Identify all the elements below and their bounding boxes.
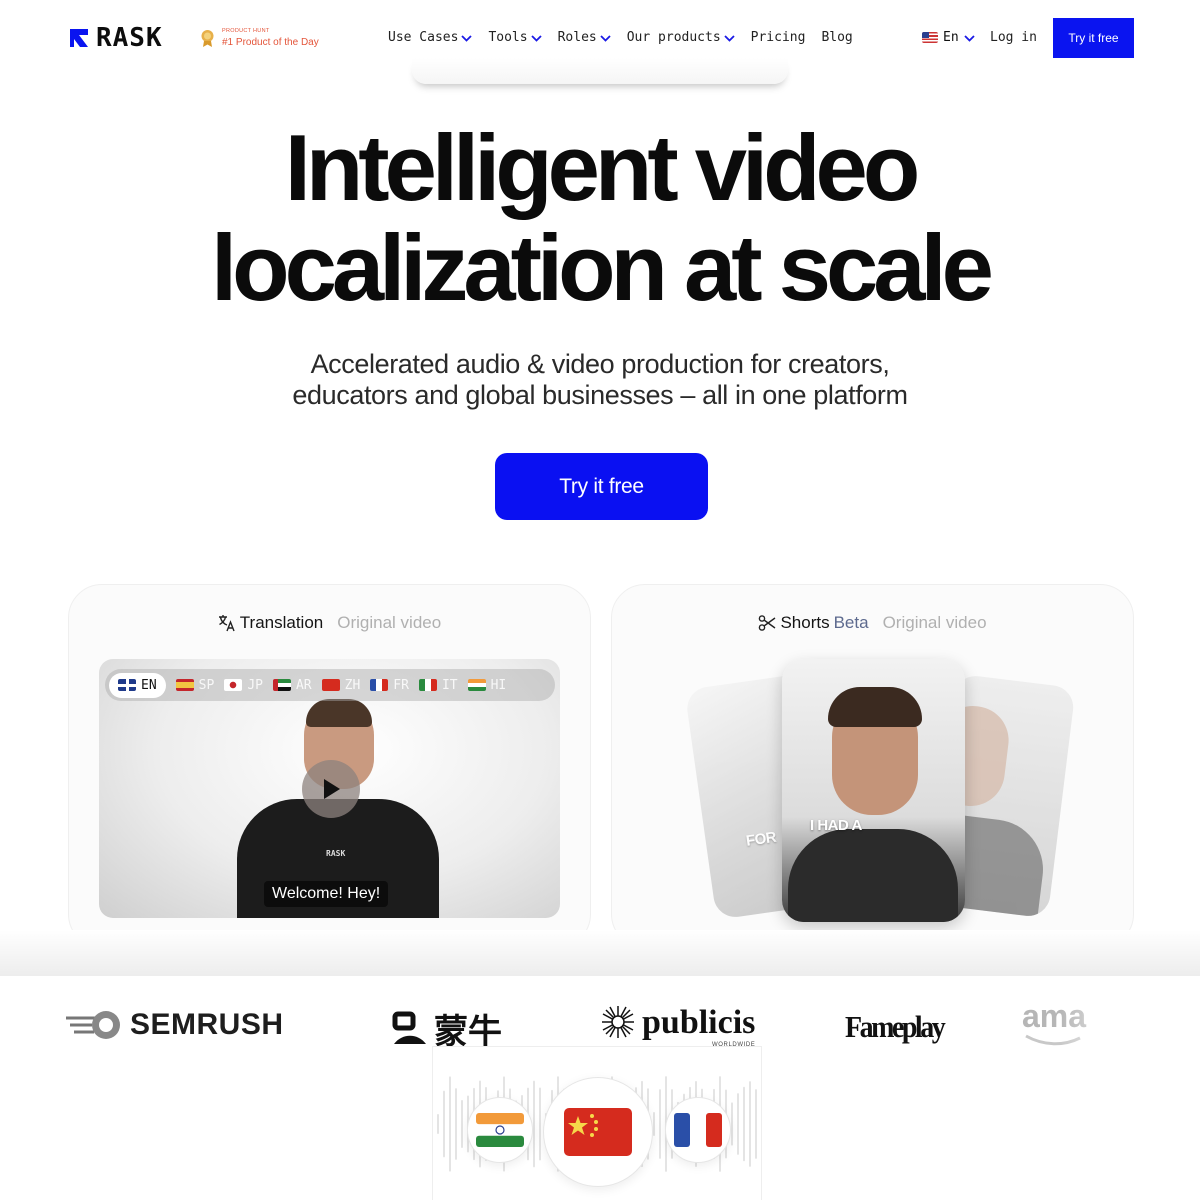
tab-original-video[interactable]: Original video xyxy=(883,613,987,633)
brand-logo[interactable]: RASK xyxy=(68,23,163,53)
waveform-bar xyxy=(653,1111,655,1137)
waveform-bar xyxy=(749,1081,751,1167)
header-try-free-button[interactable]: Try it free xyxy=(1053,18,1134,58)
uae-flag-icon xyxy=(272,679,291,691)
waveform-bar xyxy=(449,1076,451,1172)
waveform-bar xyxy=(731,1102,733,1146)
shorts-tabs: Shorts Beta Original video xyxy=(612,613,1133,633)
france-flag-icon xyxy=(370,679,389,691)
china-flag-circle[interactable] xyxy=(543,1077,653,1187)
short-caption-main: I HAD A xyxy=(810,817,862,834)
waveform-bar xyxy=(533,1080,535,1168)
shirt-logo: RASK xyxy=(326,849,346,858)
waveform-bar xyxy=(761,1111,762,1137)
waveform-bar xyxy=(755,1089,757,1159)
translation-card: Translation Original video RASK EN SP JP xyxy=(68,584,591,948)
france-flag-icon xyxy=(674,1113,722,1147)
hero-title: Intelligent video localization at scale xyxy=(211,115,994,320)
waveform-bar xyxy=(443,1090,445,1158)
beta-badge: Beta xyxy=(833,613,869,632)
login-link[interactable]: Log in xyxy=(990,30,1037,45)
tab-shorts[interactable]: Shorts Beta xyxy=(758,613,869,633)
waveform-bar xyxy=(461,1099,463,1149)
lang-option-hi[interactable]: HI xyxy=(467,678,506,693)
lang-option-ar[interactable]: AR xyxy=(272,678,312,693)
language-switcher: EN SP JP AR ZH FR IT HI xyxy=(105,669,555,701)
china-flag-icon xyxy=(321,679,340,691)
lang-option-sp[interactable]: SP xyxy=(175,678,214,693)
us-flag-icon xyxy=(922,32,938,43)
play-icon xyxy=(324,779,340,799)
shorts-card: Shorts Beta Original video FOR I HAD A xyxy=(611,584,1134,948)
nav-blog[interactable]: Blog xyxy=(821,30,852,45)
video-caption: Welcome! Hey! xyxy=(264,881,389,907)
nav-roles[interactable]: Roles xyxy=(558,30,611,45)
waveform-bar xyxy=(455,1088,457,1160)
translation-tabs: Translation Original video xyxy=(69,613,590,633)
voice-language-widget xyxy=(432,1046,762,1200)
short-caption-left: FOR xyxy=(744,828,778,850)
presenter-hair xyxy=(306,699,372,727)
italy-flag-icon xyxy=(418,679,437,691)
rask-arrow-icon xyxy=(70,29,88,47)
product-hunt-label: PRODUCT HUNT xyxy=(222,28,270,34)
india-flag-icon xyxy=(467,679,486,691)
translate-icon xyxy=(218,615,235,632)
tab-original-video[interactable]: Original video xyxy=(337,613,441,633)
product-hunt-award: #1 Product of the Day xyxy=(222,36,319,48)
section-divider xyxy=(0,930,1200,978)
japan-flag-icon xyxy=(224,679,243,691)
waveform-bar xyxy=(659,1089,661,1159)
semrush-fireball-icon xyxy=(66,1011,120,1039)
main-nav: Use Cases Tools Roles Our products Prici… xyxy=(388,30,853,45)
chevron-down-icon xyxy=(724,34,735,42)
chevron-down-icon xyxy=(530,34,542,42)
speaker-shirt xyxy=(788,829,958,922)
chevron-down-icon xyxy=(964,34,975,42)
fameplay-logo: Fameplay xyxy=(845,1010,946,1045)
mengniu-emblem-icon xyxy=(392,1011,426,1044)
semrush-logo: SEMRUSH xyxy=(66,1008,284,1042)
lang-option-en[interactable]: EN xyxy=(109,672,166,698)
waveform-bar xyxy=(437,1114,439,1134)
lang-option-zh[interactable]: ZH xyxy=(321,678,360,693)
lang-option-fr[interactable]: FR xyxy=(370,678,409,693)
short-preview-main[interactable]: I HAD A xyxy=(782,659,965,922)
india-flag-icon xyxy=(476,1113,524,1147)
header-dropdown-shadow xyxy=(412,58,788,84)
play-button[interactable] xyxy=(302,760,360,818)
publicis-lion-icon xyxy=(602,1006,634,1038)
hero-subtitle: Accelerated audio & video production for… xyxy=(292,349,908,410)
waveform-bar xyxy=(737,1093,739,1155)
product-hunt-badge[interactable]: PRODUCT HUNT #1 Product of the Day xyxy=(200,28,319,48)
nav-use-cases[interactable]: Use Cases xyxy=(388,30,473,45)
chevron-down-icon xyxy=(600,34,611,42)
medal-icon xyxy=(201,30,214,48)
waveform-bar xyxy=(743,1086,745,1162)
translation-video-player[interactable]: RASK EN SP JP AR ZH FR IT HI Welcome! He… xyxy=(99,659,560,918)
lang-option-jp[interactable]: JP xyxy=(224,678,263,693)
chevron-down-icon xyxy=(461,34,473,42)
language-selector[interactable]: En xyxy=(922,30,975,45)
brand-wordmark: RASK xyxy=(96,23,163,53)
lang-option-it[interactable]: IT xyxy=(418,678,458,693)
nav-tools[interactable]: Tools xyxy=(488,30,542,45)
speaker-hair xyxy=(828,687,922,727)
waveform-bar xyxy=(539,1087,541,1161)
spain-flag-icon xyxy=(175,679,194,691)
tab-translation[interactable]: Translation xyxy=(218,613,323,633)
china-flag-icon xyxy=(564,1108,632,1156)
uk-flag-icon xyxy=(118,679,136,691)
france-flag-circle[interactable] xyxy=(665,1097,731,1163)
india-flag-circle[interactable] xyxy=(467,1097,533,1163)
hero-try-free-button[interactable]: Try it free xyxy=(495,453,708,520)
nav-pricing[interactable]: Pricing xyxy=(751,30,806,45)
nav-our-products[interactable]: Our products xyxy=(627,30,735,45)
scissors-icon xyxy=(759,615,776,631)
publicis-logo: publicis WORLDWIDE xyxy=(600,1004,755,1048)
language-label: En xyxy=(943,30,959,45)
logo-fade-overlay xyxy=(1060,976,1200,1056)
